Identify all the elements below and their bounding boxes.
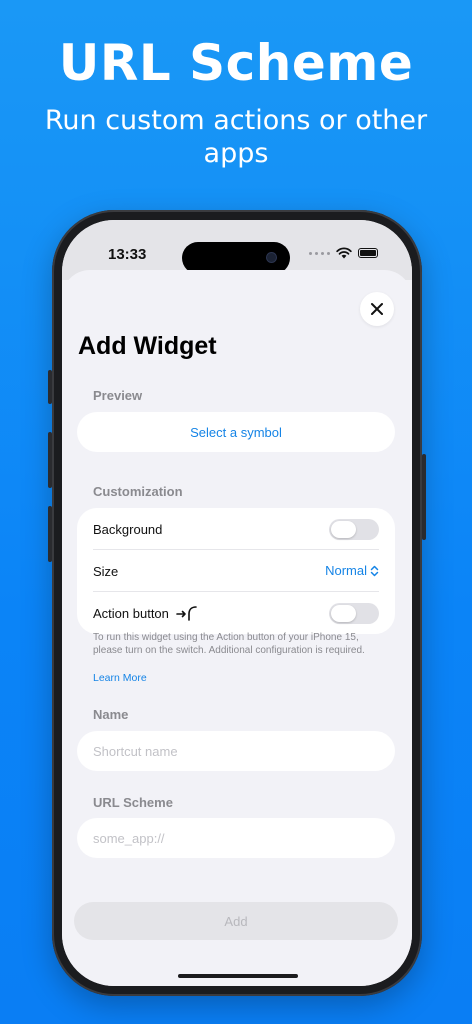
size-picker[interactable]: Normal (325, 563, 379, 578)
select-symbol-button[interactable]: Select a symbol (77, 412, 395, 452)
background-row: Background (77, 508, 395, 550)
status-icons (309, 247, 378, 259)
action-button-note: To run this widget using the Action butt… (93, 632, 365, 656)
cellular-signal-icon (309, 251, 330, 255)
url-scheme-section-label: URL Scheme (93, 795, 173, 810)
volume-down-button (48, 506, 52, 562)
background-label: Background (93, 521, 163, 537)
action-button-toggle[interactable] (329, 603, 379, 624)
add-widget-sheet: Add Widget Preview Select a symbol Custo… (62, 270, 412, 986)
promo-subtitle: Run custom actions or other apps (44, 105, 428, 169)
volume-up-button (48, 432, 52, 488)
size-row[interactable]: Size Normal (77, 550, 395, 592)
add-button[interactable]: Add (74, 902, 398, 940)
customization-card: Background Size Normal Action button (77, 508, 395, 634)
customization-section-label: Customization (93, 484, 183, 499)
background-toggle[interactable] (329, 519, 379, 540)
url-scheme-input[interactable] (77, 818, 395, 858)
action-button-icon (176, 606, 197, 621)
battery-icon (358, 248, 378, 258)
page-title: Add Widget (78, 332, 217, 360)
chevron-up-down-icon (370, 565, 379, 576)
shortcut-name-input[interactable] (77, 731, 395, 771)
preview-section-label: Preview (93, 388, 143, 403)
action-side-button (48, 370, 52, 404)
close-button[interactable] (360, 292, 394, 326)
action-button-row: Action button (77, 592, 395, 634)
size-value: Normal (325, 563, 367, 578)
status-time: 13:33 (108, 246, 147, 263)
phone-screen: 13:33 Add Widget Preview Select a symbol… (62, 220, 412, 986)
promo-title: URL Scheme (58, 34, 414, 92)
phone-frame: 13:33 Add Widget Preview Select a symbol… (48, 210, 426, 996)
close-icon (371, 303, 383, 315)
size-label: Size (93, 563, 119, 579)
toggle-knob (331, 521, 356, 538)
camera-icon (267, 253, 276, 262)
learn-more-link[interactable]: Learn More (93, 672, 147, 684)
name-section-label: Name (93, 707, 129, 722)
power-side-button (422, 454, 426, 540)
preview-card: Select a symbol (77, 412, 395, 452)
toggle-knob (331, 605, 356, 622)
home-indicator (178, 974, 298, 978)
wifi-icon (336, 247, 352, 259)
action-button-label: Action button (93, 605, 169, 621)
